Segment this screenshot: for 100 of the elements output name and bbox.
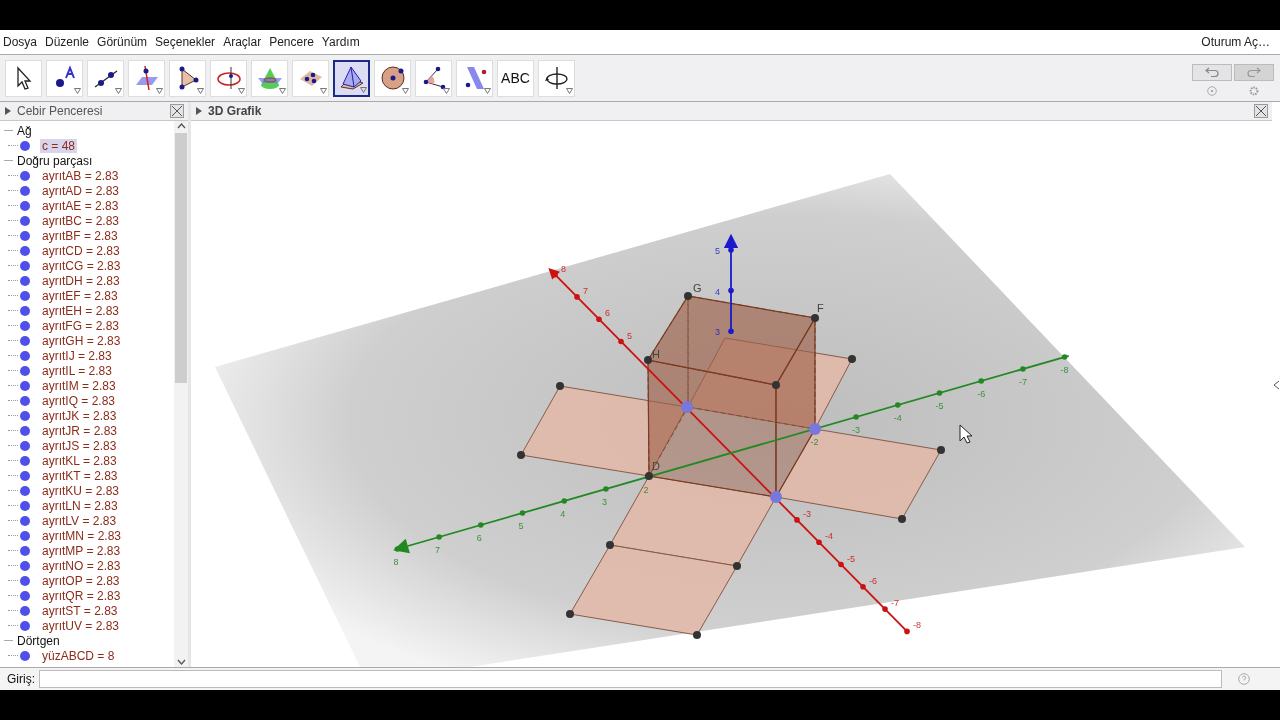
algebra-item[interactable]: ayrıtNO = 2.83: [40, 558, 123, 573]
tick-label: -4: [893, 413, 902, 423]
algebra-item[interactable]: ayrıtLN = 2.83: [40, 498, 120, 513]
input-field[interactable]: [39, 670, 1222, 688]
algebra-item[interactable]: ayrıtCG = 2.83: [40, 258, 123, 273]
algebra-item[interactable]: ayrıtFG = 2.83: [40, 318, 122, 333]
visibility-dot[interactable]: [20, 335, 30, 346]
visibility-dot[interactable]: [20, 410, 30, 421]
scrollbar[interactable]: [174, 121, 188, 667]
algebra-item[interactable]: ayrıtIM = 2.83: [40, 378, 118, 393]
dropdown-triangle-icon: [238, 87, 245, 94]
visibility-dot[interactable]: [20, 620, 30, 631]
algebra-item[interactable]: ayrıtBF = 2.83: [40, 228, 120, 243]
menu-item[interactable]: Yardım: [321, 35, 360, 49]
algebra-item[interactable]: ayrıtAE = 2.83: [40, 198, 121, 213]
algebra-item[interactable]: ayrıtQR = 2.83: [40, 588, 123, 603]
close-button[interactable]: [170, 104, 184, 118]
sphere-icon: [379, 65, 406, 91]
visibility-dot[interactable]: [20, 575, 30, 586]
algebra-item[interactable]: ayrıtMP = 2.83: [40, 543, 123, 558]
tick-label: 7: [583, 285, 588, 296]
algebra-item[interactable]: ayrıtEF = 2.83: [40, 288, 120, 303]
visibility-dot[interactable]: [20, 185, 30, 196]
visibility-dot[interactable]: [20, 200, 30, 211]
algebra-item[interactable]: ayrıtLV = 2.83: [40, 513, 119, 528]
visibility-dot[interactable]: [20, 425, 30, 436]
visibility-dot[interactable]: [20, 440, 30, 451]
tick-label: -6: [977, 389, 986, 399]
algebra-item[interactable]: ayrıtMN = 2.83: [40, 528, 124, 543]
vertex-label: G: [693, 282, 702, 294]
visibility-dot[interactable]: [20, 275, 30, 286]
algebra-item[interactable]: ayrıtIJ = 2.83: [40, 348, 114, 363]
scroll-up-icon[interactable]: [176, 123, 186, 129]
pyramid-icon: [338, 65, 365, 91]
algebra-item[interactable]: ayrıtGH = 2.83: [40, 333, 123, 348]
visibility-dot[interactable]: [20, 215, 30, 226]
dropdown-triangle-icon: [443, 87, 450, 94]
tick-label: -2: [810, 437, 819, 447]
visibility-dot[interactable]: [20, 545, 30, 556]
visibility-dot[interactable]: [20, 530, 30, 541]
visibility-dot[interactable]: [20, 305, 30, 316]
visibility-dot[interactable]: [20, 500, 30, 511]
algebra-item[interactable]: ayrıtKL = 2.83: [40, 453, 119, 468]
algebra-item[interactable]: ayrıtOP = 2.83: [40, 573, 122, 588]
algebra-item[interactable]: ayrıtJK = 2.83: [40, 408, 119, 423]
algebra-item[interactable]: ayrıtKU = 2.83: [40, 483, 122, 498]
algebra-item[interactable]: ayrıtDH = 2.83: [40, 273, 122, 288]
algebra-item[interactable]: ayrıtBC = 2.83: [40, 213, 122, 228]
collapse-triangle-icon[interactable]: [5, 107, 11, 115]
visibility-dot[interactable]: [20, 590, 30, 601]
algebra-item[interactable]: ayrıtJR = 2.83: [40, 423, 120, 438]
visibility-dot[interactable]: [20, 560, 30, 571]
menu-item[interactable]: Araçlar: [223, 35, 262, 49]
tick-label: -5: [847, 553, 855, 564]
scroll-down-icon[interactable]: [176, 659, 186, 665]
visibility-dot[interactable]: [20, 365, 30, 376]
menu-item[interactable]: Dosya: [3, 35, 37, 49]
visibility-dot[interactable]: [20, 260, 30, 271]
algebra-item[interactable]: c = 48: [40, 138, 78, 153]
visibility-dot[interactable]: [20, 170, 30, 181]
algebra-item[interactable]: ayrıtEH = 2.83: [40, 303, 122, 318]
visibility-dot[interactable]: [20, 290, 30, 301]
visibility-dot[interactable]: [20, 455, 30, 466]
menu-item[interactable]: Pencere: [269, 35, 314, 49]
visibility-dot[interactable]: [20, 140, 30, 151]
collapse-triangle-icon[interactable]: [196, 107, 202, 115]
algebra-item[interactable]: yüzABCD = 8: [40, 648, 117, 663]
visibility-dot[interactable]: [20, 515, 30, 526]
algebra-item[interactable]: ayrıtUV = 2.83: [40, 618, 122, 633]
tick-label: -8: [913, 620, 921, 631]
algebra-item[interactable]: ayrıtIQ = 2.83: [40, 393, 118, 408]
dropdown-triangle-icon: [115, 87, 122, 94]
visibility-dot[interactable]: [20, 230, 30, 241]
undo-button[interactable]: [1192, 63, 1232, 81]
visibility-dot[interactable]: [20, 350, 30, 361]
algebra-item[interactable]: ayrıtIL = 2.83: [40, 363, 114, 378]
group-label: Dörtgen: [17, 633, 60, 648]
visibility-dot[interactable]: [20, 605, 30, 616]
algebra-item[interactable]: ayrıtAB = 2.83: [40, 168, 121, 183]
algebra-item[interactable]: ayrıtAD = 2.83: [40, 183, 122, 198]
visibility-dot[interactable]: [20, 380, 30, 391]
menu-item[interactable]: Seçenekler: [155, 35, 216, 49]
tick-label: 7: [435, 545, 441, 555]
tool-button[interactable]: ABC: [497, 59, 534, 97]
sign-in-link[interactable]: Oturum Aç…: [1201, 35, 1270, 49]
algebra-item[interactable]: ayrıtCD = 2.83: [40, 243, 122, 258]
visibility-dot[interactable]: [20, 485, 30, 496]
visibility-dot[interactable]: [20, 395, 30, 406]
algebra-item[interactable]: ayrıtKT = 2.83: [40, 468, 120, 483]
visibility-dot[interactable]: [20, 245, 30, 256]
menu-item[interactable]: Görünüm: [97, 35, 148, 49]
visibility-dot[interactable]: [20, 320, 30, 331]
menu-item[interactable]: Düzenle: [45, 35, 90, 49]
algebra-item[interactable]: ayrıtJS = 2.83: [40, 438, 119, 453]
visibility-dot[interactable]: [20, 650, 30, 661]
visibility-dot[interactable]: [20, 470, 30, 481]
close-button[interactable]: [1254, 104, 1268, 118]
tool-button[interactable]: [333, 59, 370, 97]
tick-label: -3: [803, 508, 811, 519]
algebra-item[interactable]: ayrıtST = 2.83: [40, 603, 120, 618]
